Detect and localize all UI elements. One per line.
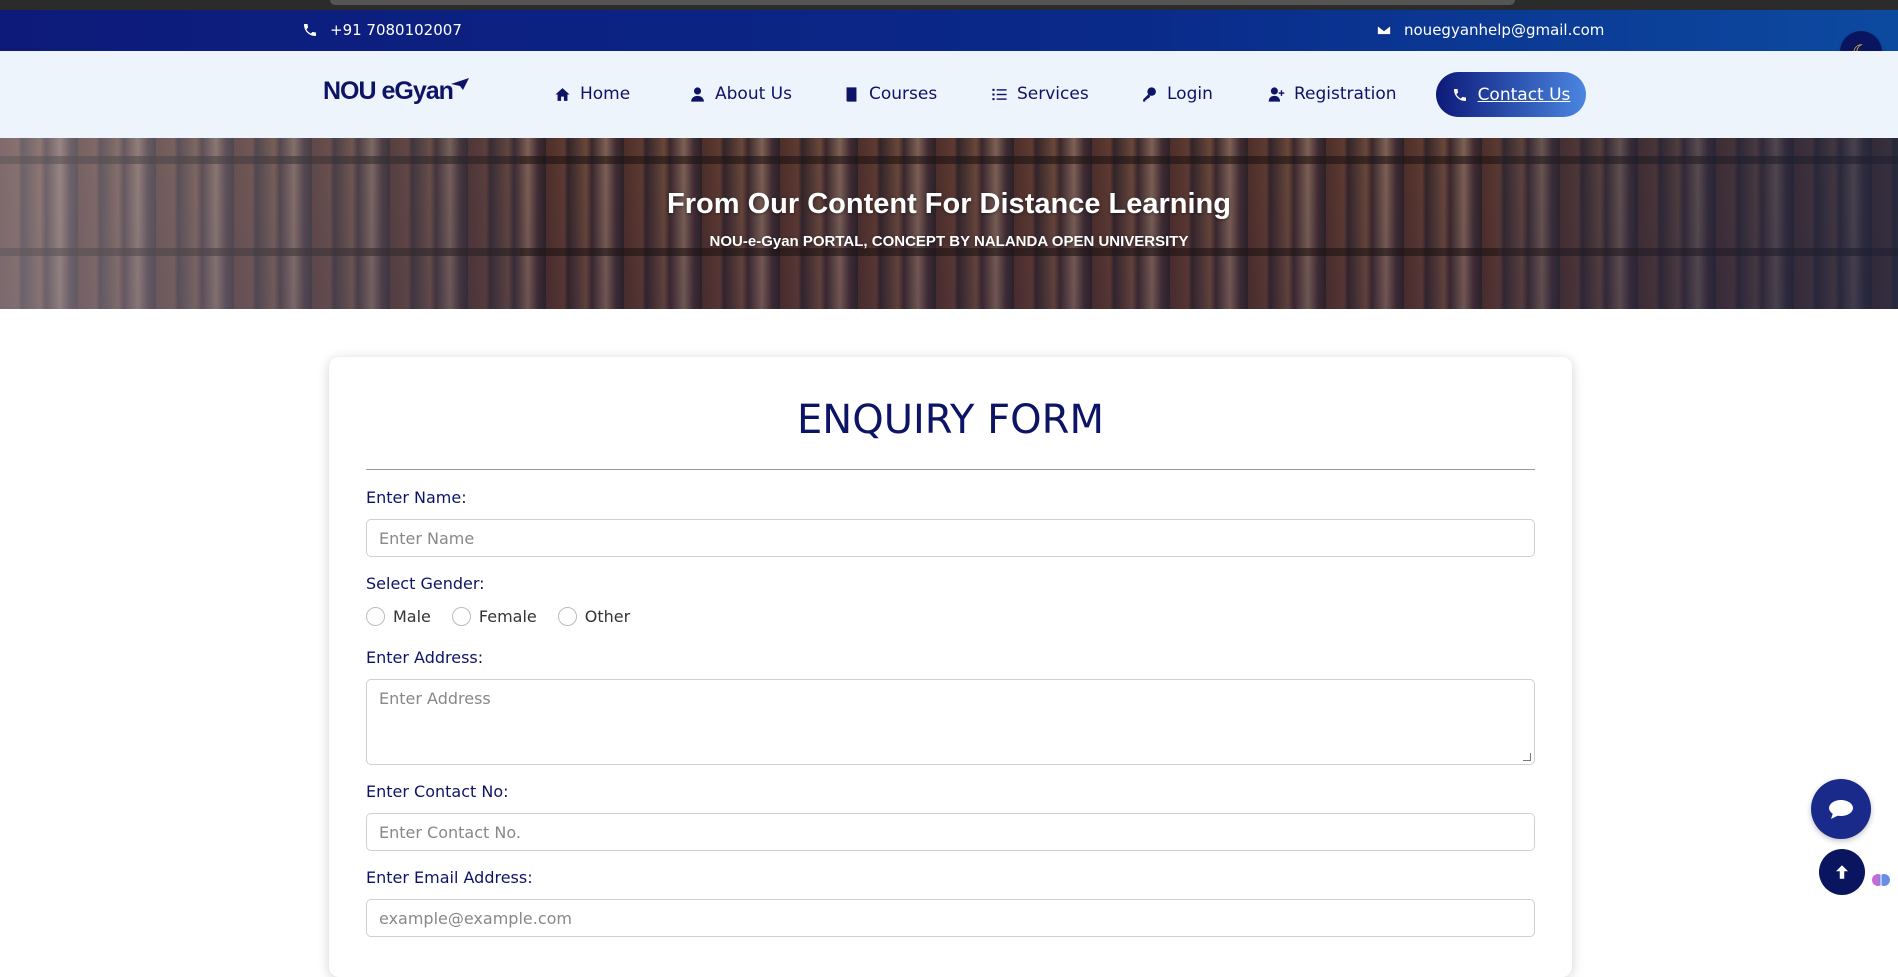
nav-about-label: About Us [715, 84, 792, 104]
site-logo[interactable]: NOU eGyan [323, 77, 475, 106]
gender-label-female: Female [478, 607, 537, 626]
logo-text: NOU eGyan [323, 77, 454, 105]
chat-button[interactable] [1811, 779, 1871, 839]
radio-button[interactable] [557, 607, 577, 626]
enquiry-form-card: ENQUIRY FORM Enter Name: Enter Name Sele… [329, 357, 1572, 977]
main-navbar: NOU eGyan Home About Us Courses Services… [0, 51, 1898, 138]
email-label: Enter Email Address: [366, 868, 533, 887]
nav-login[interactable]: Login [1141, 84, 1213, 104]
book-icon [846, 86, 857, 102]
envelope-icon [1376, 24, 1392, 36]
gender-label: Select Gender: [366, 574, 485, 593]
home-icon [555, 87, 570, 101]
gender-option-female[interactable]: Female [451, 607, 537, 626]
nav-about[interactable]: About Us [689, 84, 792, 104]
user-icon [691, 86, 704, 102]
nav-services[interactable]: Services [991, 84, 1089, 104]
nav-courses-label: Courses [869, 84, 938, 104]
gender-label-male: Male [393, 607, 431, 626]
chat-bubble-icon [1829, 800, 1853, 819]
name-input[interactable]: Enter Name [366, 519, 1535, 557]
phone-number: +91 7080102007 [330, 21, 462, 39]
graduation-cap-icon [450, 77, 469, 90]
phone-icon [1453, 88, 1466, 101]
resize-handle[interactable] [1523, 753, 1531, 761]
name-label: Enter Name: [366, 488, 467, 507]
gender-radio-group: Male Female Other [366, 607, 651, 626]
email-address: nouegyanhelp@gmail.com [1404, 21, 1605, 39]
address-label: Enter Address: [366, 648, 484, 667]
contact-label: Enter Contact No: [366, 782, 509, 801]
form-divider [366, 469, 1535, 470]
nav-registration-label: Registration [1294, 84, 1397, 104]
contact-us-button[interactable]: Contact Us [1436, 72, 1586, 117]
nav-courses[interactable]: Courses [843, 84, 937, 104]
key-icon [1143, 86, 1156, 102]
gender-option-male[interactable]: Male [366, 607, 431, 626]
hero-title: From Our Content For Distance Learning [667, 188, 1231, 220]
nav-home[interactable]: Home [554, 84, 630, 104]
top-contact-bar: +91 7080102007 nouegyanhelp@gmail.com [0, 10, 1898, 51]
nav-home-label: Home [580, 84, 631, 104]
form-title: ENQUIRY FORM [797, 397, 1104, 443]
topbar-email[interactable]: nouegyanhelp@gmail.com [1376, 21, 1604, 39]
scroll-to-top-button[interactable] [1819, 849, 1865, 895]
user-plus-icon [1268, 86, 1285, 102]
hero-light-overlay [0, 138, 520, 309]
gender-label-other: Other [584, 607, 631, 626]
nav-login-label: Login [1167, 84, 1213, 104]
hero-banner: From Our Content For Distance Learning N… [0, 138, 1898, 309]
radio-button[interactable] [451, 607, 471, 626]
hero-dark-overlay [1498, 138, 1898, 309]
brain-icon[interactable] [1871, 870, 1891, 890]
radio-button[interactable] [366, 607, 385, 626]
list-icon [992, 88, 1007, 100]
address-placeholder: Enter Address [379, 689, 491, 708]
gender-option-other[interactable]: Other [557, 607, 631, 626]
browser-top-strip [0, 0, 1898, 10]
nav-registration[interactable]: Registration [1268, 84, 1397, 104]
contact-us-label: Contact Us [1477, 84, 1571, 105]
topbar-phone[interactable]: +91 7080102007 [302, 21, 462, 39]
email-input[interactable]: example@example.com [366, 899, 1535, 937]
phone-icon [304, 24, 316, 36]
arrow-up-icon [1836, 865, 1848, 879]
contact-input[interactable]: Enter Contact No. [366, 813, 1535, 851]
address-textarea[interactable]: Enter Address [366, 679, 1535, 765]
browser-tab-bar [330, 0, 1515, 5]
hero-subtitle: NOU-e-Gyan PORTAL, CONCEPT BY NALANDA OP… [709, 233, 1189, 250]
nav-services-label: Services [1017, 84, 1089, 104]
